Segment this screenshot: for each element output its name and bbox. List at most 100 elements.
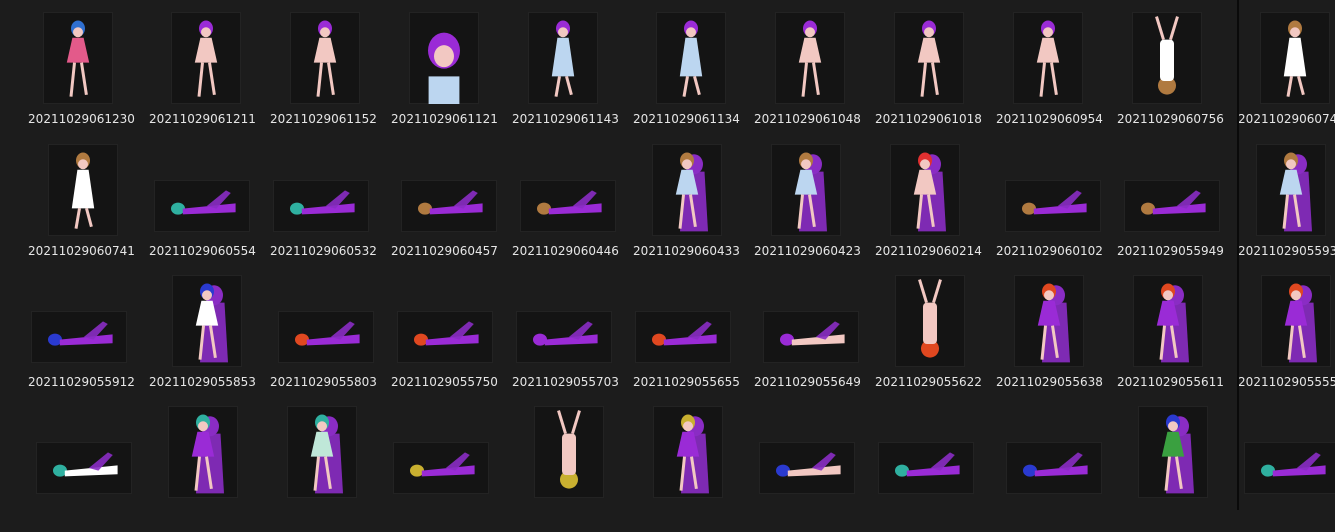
thumbnail-tile[interactable]: 20211029055622 [868,271,989,401]
thumbnail-tile[interactable]: 20211029060756 [1110,8,1231,138]
thumbnail-image[interactable] [1014,275,1084,367]
thumbnail-tile[interactable]: 20211029055638 [989,271,1110,401]
thumbnail-caption: 20211029055556 [1231,375,1335,389]
thumbnail-image[interactable] [528,12,598,104]
figure-render [36,442,132,494]
thumbnail-image[interactable] [516,311,612,363]
thumbnail-tile[interactable]: 20211029061018 [868,8,989,138]
thumbnail-image[interactable] [1005,180,1101,232]
thumbnail-tile[interactable] [626,402,747,532]
thumbnail-image[interactable] [397,311,493,363]
thumbnail-tile[interactable]: 20211029060532 [263,140,384,270]
thumbnail-tile[interactable]: 20211029060554 [142,140,263,270]
thumbnail-image[interactable] [409,12,479,104]
thumbnail-tile[interactable]: 20211029055949 [1110,140,1231,270]
thumbnail-tile[interactable]: 20211029061121 [384,8,505,138]
thumbnail-image[interactable] [287,406,357,498]
thumbnail-tile[interactable]: 20211029055912 [21,271,142,401]
thumbnail-image[interactable] [36,442,132,494]
thumbnail-image[interactable] [656,12,726,104]
thumbnail-image[interactable] [652,144,722,236]
thumbnail-image[interactable] [895,275,965,367]
thumbnail-caption: 20211029060214 [868,244,989,258]
thumbnail-tile[interactable]: 20211029060102 [989,140,1110,270]
thumbnail-tile[interactable] [989,402,1110,532]
thumbnail-image[interactable] [520,180,616,232]
thumbnail-image[interactable] [171,12,241,104]
thumbnail-tile[interactable]: 20211029061230 [21,8,142,138]
thumbnail-caption: 20211029055949 [1110,244,1231,258]
thumbnail-image[interactable] [401,180,497,232]
thumbnail-tile[interactable]: 20211029055934 [1231,140,1335,270]
thumbnail-tile[interactable]: 20211029055655 [626,271,747,401]
thumbnail-image[interactable] [172,275,242,367]
thumbnail-tile[interactable] [21,402,142,532]
thumbnail-tile[interactable] [505,402,626,532]
thumbnail-image[interactable] [393,442,489,494]
thumbnail-image[interactable] [48,144,118,236]
thumbnail-image[interactable] [273,180,369,232]
thumbnail-image[interactable] [43,12,113,104]
thumbnail-tile[interactable]: 20211029060423 [747,140,868,270]
thumbnail-image[interactable] [1261,275,1331,367]
thumbnail-tile[interactable]: 20211029055703 [505,271,626,401]
thumbnail-image[interactable] [1260,12,1330,104]
thumbnail-image[interactable] [653,406,723,498]
thumbnail-image[interactable] [878,442,974,494]
thumbnail-caption: 20211029061211 [142,112,263,126]
thumbnail-tile[interactable] [1231,402,1335,532]
thumbnail-tile[interactable]: 20211029060457 [384,140,505,270]
thumbnail-image[interactable] [1133,275,1203,367]
thumbnail-tile[interactable]: 20211029055649 [747,271,868,401]
thumbnail-tile[interactable]: 20211029055803 [263,271,384,401]
thumbnail-tile[interactable] [384,402,505,532]
thumbnail-tile[interactable]: 20211029061134 [626,8,747,138]
thumbnail-image[interactable] [1124,180,1220,232]
thumbnail-tile[interactable] [868,402,989,532]
thumbnail-image[interactable] [534,406,604,498]
thumbnail-image[interactable] [771,144,841,236]
thumbnail-tile[interactable] [1110,402,1231,532]
thumbnail-tile[interactable]: 20211029061048 [747,8,868,138]
thumbnail-tile[interactable] [263,402,384,532]
thumbnail-tile[interactable] [142,402,263,532]
figure-render [1132,12,1202,104]
thumbnail-tile[interactable]: 20211029055611 [1110,271,1231,401]
thumbnail-tile[interactable]: 20211029061143 [505,8,626,138]
thumbnail-tile[interactable]: 20211029060433 [626,140,747,270]
thumbnail-image[interactable] [759,442,855,494]
thumbnail-tile[interactable]: 20211029060446 [505,140,626,270]
thumbnail-image[interactable] [1132,12,1202,104]
figure-render [1006,442,1102,494]
thumbnail-tile[interactable]: 20211029055853 [142,271,263,401]
thumbnail-tile[interactable]: 20211029060747 [1231,8,1335,138]
thumbnail-image[interactable] [31,311,127,363]
thumbnail-tile[interactable]: 20211029061152 [263,8,384,138]
thumbnail-image[interactable] [278,311,374,363]
thumbnail-image[interactable] [894,12,964,104]
thumbnail-tile[interactable]: 20211029061211 [142,8,263,138]
thumbnail-tile[interactable]: 20211029055750 [384,271,505,401]
thumbnail-image[interactable] [1013,12,1083,104]
thumbnail-image[interactable] [1244,442,1335,494]
thumbnail-image[interactable] [168,406,238,498]
thumbnail-tile[interactable]: 20211029060954 [989,8,1110,138]
thumbnail-image[interactable] [1256,144,1326,236]
figure-render [401,180,497,232]
thumbnail-image[interactable] [635,311,731,363]
thumbnail-caption: 20211029060747 [1231,112,1335,126]
thumbnail-image[interactable] [775,12,845,104]
thumbnail-image[interactable] [1006,442,1102,494]
thumbnail-image[interactable] [1138,406,1208,498]
thumbnail-tile[interactable]: 20211029055556 [1231,271,1335,401]
thumbnail-caption: 20211029060554 [142,244,263,258]
thumbnail-image[interactable] [154,180,250,232]
thumbnail-tile[interactable]: 20211029060741 [21,140,142,270]
thumbnail-caption: 20211029060741 [21,244,142,258]
thumbnail-caption: 20211029060457 [384,244,505,258]
thumbnail-tile[interactable] [747,402,868,532]
thumbnail-image[interactable] [763,311,859,363]
thumbnail-tile[interactable]: 20211029060214 [868,140,989,270]
thumbnail-image[interactable] [890,144,960,236]
thumbnail-image[interactable] [290,12,360,104]
